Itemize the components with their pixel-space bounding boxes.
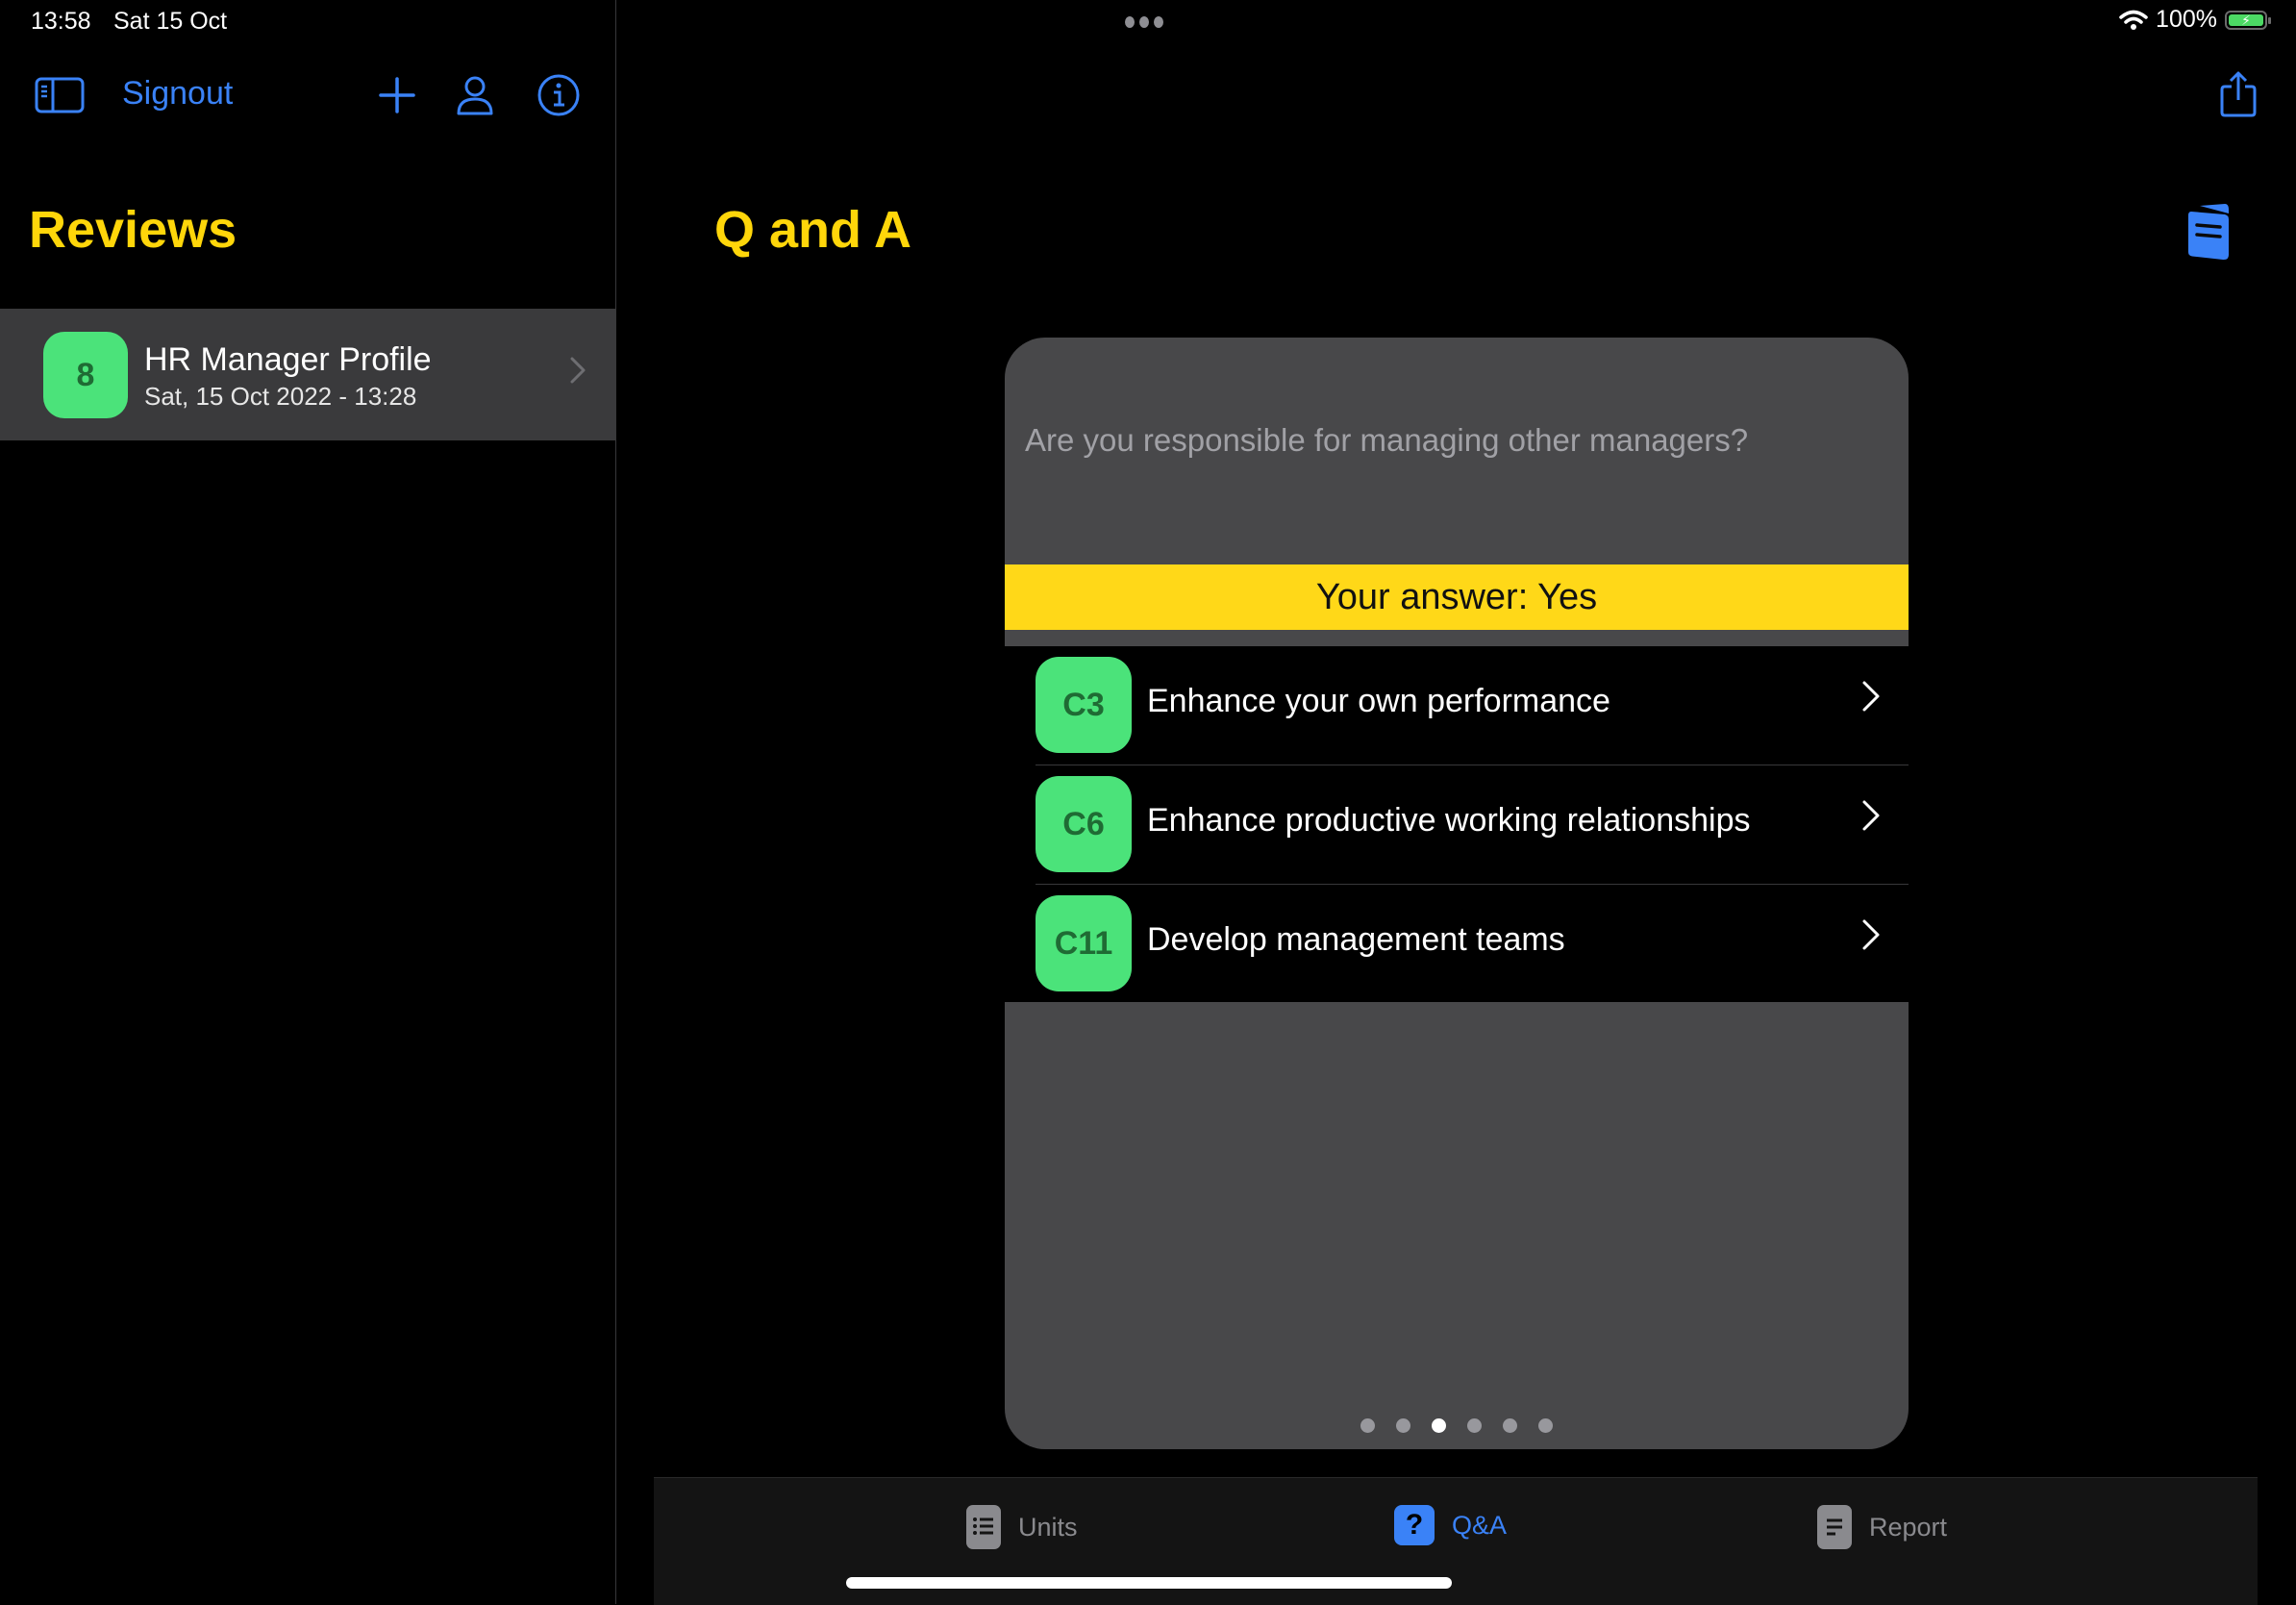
review-date: Sat, 15 Oct 2022 - 13:28	[144, 382, 417, 411]
status-time: 13:58	[31, 8, 91, 35]
unit-row[interactable]: C3 Enhance your own performance	[1005, 646, 1909, 765]
tab-label: Report	[1869, 1512, 1948, 1542]
unit-code-badge: C3	[1036, 657, 1132, 753]
document-button[interactable]	[2186, 202, 2231, 266]
share-button[interactable]	[2219, 71, 2258, 122]
plus-icon	[379, 77, 415, 113]
unit-row[interactable]: C6 Enhance productive working relationsh…	[1005, 765, 1909, 885]
page-control[interactable]	[1005, 1418, 1909, 1433]
page-dot[interactable]	[1538, 1418, 1553, 1433]
sidebar-left-icon	[35, 77, 85, 113]
wifi-icon	[2119, 10, 2148, 30]
profile-button[interactable]	[456, 75, 494, 120]
status-indicators: 100% ⚡	[2119, 6, 2271, 34]
review-list-item[interactable]: 8 HR Manager Profile Sat, 15 Oct 2022 - …	[0, 309, 615, 440]
share-icon	[2220, 71, 2257, 117]
split-view-divider	[615, 0, 616, 1604]
info-button[interactable]	[537, 73, 581, 122]
report-icon	[1817, 1505, 1852, 1549]
unit-label: Develop management teams	[1147, 921, 1565, 958]
page-dot[interactable]	[1396, 1418, 1410, 1433]
multitasking-handle[interactable]	[1125, 16, 1163, 28]
unit-code-badge: C11	[1036, 895, 1132, 991]
sidebar-title: Reviews	[29, 201, 237, 259]
unit-label: Enhance productive working relationships	[1147, 802, 1751, 839]
status-date: Sat 15 Oct	[113, 8, 228, 35]
unit-label: Enhance your own performance	[1147, 683, 1610, 719]
answer-banner: Your answer: Yes	[1005, 564, 1909, 630]
page-dot[interactable]	[1503, 1418, 1517, 1433]
unit-code-badge: C6	[1036, 776, 1132, 872]
home-indicator[interactable]	[846, 1577, 1452, 1589]
chevron-right-icon	[1860, 917, 1882, 957]
battery-percent: 100%	[2156, 6, 2217, 33]
battery-icon: ⚡	[2225, 10, 2271, 30]
sidebar-toggle-button[interactable]	[35, 77, 85, 118]
list-icon	[966, 1505, 1001, 1549]
tab-label: Q&A	[1452, 1510, 1508, 1540]
unit-list: C3 Enhance your own performance C6 Enhan…	[1005, 646, 1909, 1002]
info-circle-icon	[537, 74, 580, 116]
page-dot[interactable]	[1467, 1418, 1482, 1433]
unit-row[interactable]: C11 Develop management teams	[1005, 885, 1909, 1004]
page-dot-active[interactable]	[1432, 1418, 1446, 1433]
tab-report[interactable]: Report	[1817, 1505, 1947, 1549]
signout-button[interactable]: Signout	[122, 75, 233, 113]
question-text: Are you responsible for managing other m…	[1025, 422, 1749, 458]
add-review-button[interactable]	[378, 76, 416, 119]
document-icon	[2188, 204, 2229, 261]
tab-units[interactable]: Units	[966, 1505, 1078, 1549]
page-dot[interactable]	[1360, 1418, 1375, 1433]
review-title: HR Manager Profile	[144, 341, 432, 378]
review-badge: 8	[43, 332, 128, 418]
chevron-right-icon	[569, 353, 586, 393]
chevron-right-icon	[1860, 679, 1882, 718]
tab-qa[interactable]: ? Q&A	[1394, 1505, 1507, 1545]
chevron-right-icon	[1860, 798, 1882, 838]
person-icon	[457, 76, 493, 115]
question-card[interactable]: Are you responsible for managing other m…	[1005, 338, 1909, 1449]
page-title: Q and A	[714, 201, 912, 259]
question-icon: ?	[1394, 1505, 1435, 1545]
tab-label: Units	[1018, 1512, 1078, 1542]
